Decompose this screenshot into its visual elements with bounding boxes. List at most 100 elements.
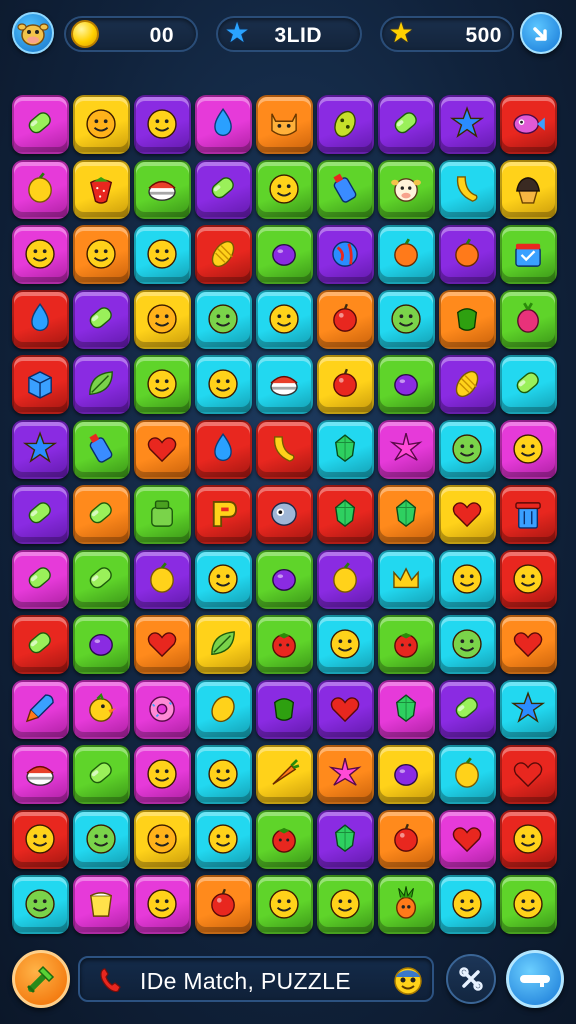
tile-smiley-r13c3[interactable] bbox=[134, 875, 191, 934]
tile-smiley-r13c5[interactable] bbox=[256, 875, 313, 934]
tile-grape-r9c2[interactable] bbox=[73, 615, 130, 674]
tile-smiley-r3c2[interactable] bbox=[73, 225, 130, 284]
tile-heart-r9c3[interactable] bbox=[134, 615, 191, 674]
tile-eye-r7c5[interactable] bbox=[256, 485, 313, 544]
tile-smiley-r4c3[interactable] bbox=[134, 290, 191, 349]
tile-radish-r4c9[interactable] bbox=[500, 290, 557, 349]
tile-star-r1c8[interactable] bbox=[439, 95, 496, 154]
tile-smiley-r9c6[interactable] bbox=[317, 615, 374, 674]
tile-smiley-r8c9[interactable] bbox=[500, 550, 557, 609]
tile-trashcan-r7c9[interactable] bbox=[500, 485, 557, 544]
tile-corn-r3c4[interactable] bbox=[195, 225, 252, 284]
tile-candy-r2c4[interactable] bbox=[195, 160, 252, 219]
tile-smiley-r4c5[interactable] bbox=[256, 290, 313, 349]
tile-smiley-r13c1[interactable] bbox=[12, 875, 69, 934]
tile-crown-r8c7[interactable] bbox=[378, 550, 435, 609]
tile-candy-r7c2[interactable] bbox=[73, 485, 130, 544]
tile-smiley-r12c4[interactable] bbox=[195, 810, 252, 869]
tile-smiley-r3c1[interactable] bbox=[12, 225, 69, 284]
tile-banana-r6c5[interactable] bbox=[256, 420, 313, 479]
tile-heart-r11c9[interactable] bbox=[500, 745, 557, 804]
tile-globe-r3c6[interactable] bbox=[317, 225, 374, 284]
tile-smiley-r8c4[interactable] bbox=[195, 550, 252, 609]
tile-bottle-r2c6[interactable] bbox=[317, 160, 374, 219]
tile-smiley-r11c4[interactable] bbox=[195, 745, 252, 804]
tile-box-r5c1[interactable] bbox=[12, 355, 69, 414]
tile-sushi-r2c3[interactable] bbox=[134, 160, 191, 219]
tile-carrot-r11c5[interactable] bbox=[256, 745, 313, 804]
tile-bean-r1c6[interactable] bbox=[317, 95, 374, 154]
tile-grape-r8c5[interactable] bbox=[256, 550, 313, 609]
cow-face-icon[interactable] bbox=[12, 12, 54, 54]
tile-smiley-r13c9[interactable] bbox=[500, 875, 557, 934]
tile-apple-r13c4[interactable] bbox=[195, 875, 252, 934]
tile-banana-r2c8[interactable] bbox=[439, 160, 496, 219]
tools-button[interactable] bbox=[446, 954, 496, 1004]
tile-cup-r13c2[interactable] bbox=[73, 875, 130, 934]
tile-lemon-r8c3[interactable] bbox=[134, 550, 191, 609]
tile-smiley-r12c3[interactable] bbox=[134, 810, 191, 869]
tile-smiley-r13c8[interactable] bbox=[439, 875, 496, 934]
tile-candy-r4c2[interactable] bbox=[73, 290, 130, 349]
tile-heart-r10c6[interactable] bbox=[317, 680, 374, 739]
tile-smiley-r3c3[interactable] bbox=[134, 225, 191, 284]
tile-gem-r7c6[interactable] bbox=[317, 485, 374, 544]
tile-smiley-r11c3[interactable] bbox=[134, 745, 191, 804]
tile-smiley-r12c1[interactable] bbox=[12, 810, 69, 869]
tile-heart-r6c3[interactable] bbox=[134, 420, 191, 479]
tile-lemon-r11c8[interactable] bbox=[439, 745, 496, 804]
tile-tomato-r12c5[interactable] bbox=[256, 810, 313, 869]
tile-mango-r10c4[interactable] bbox=[195, 680, 252, 739]
tile-leaf-r5c2[interactable] bbox=[73, 355, 130, 414]
tile-tomato-r9c7[interactable] bbox=[378, 615, 435, 674]
tile-smiley-r5c4[interactable] bbox=[195, 355, 252, 414]
menu-button[interactable] bbox=[520, 12, 562, 54]
tile-candy-r8c1[interactable] bbox=[12, 550, 69, 609]
tile-rocket-r10c1[interactable] bbox=[12, 680, 69, 739]
tile-candy-r5c9[interactable] bbox=[500, 355, 557, 414]
tile-smiley-r8c8[interactable] bbox=[439, 550, 496, 609]
tile-star-r6c1[interactable] bbox=[12, 420, 69, 479]
tile-smiley-r6c8[interactable] bbox=[439, 420, 496, 479]
tile-pepper-r4c8[interactable] bbox=[439, 290, 496, 349]
tile-drop-r6c4[interactable] bbox=[195, 420, 252, 479]
tile-smiley-r4c4[interactable] bbox=[195, 290, 252, 349]
tile-drop-r1c4[interactable] bbox=[195, 95, 252, 154]
tile-heart-r7c8[interactable] bbox=[439, 485, 496, 544]
tile-candy-r8c2[interactable] bbox=[73, 550, 130, 609]
tile-smiley-r6c9[interactable] bbox=[500, 420, 557, 479]
tile-sushi-r11c1[interactable] bbox=[12, 745, 69, 804]
tile-candy-r7c1[interactable] bbox=[12, 485, 69, 544]
tile-candy-r9c1[interactable] bbox=[12, 615, 69, 674]
tile-smiley-r9c8[interactable] bbox=[439, 615, 496, 674]
tile-candy-r1c7[interactable] bbox=[378, 95, 435, 154]
tile-flower-r6c7[interactable] bbox=[378, 420, 435, 479]
tile-smiley-r1c2[interactable] bbox=[73, 95, 130, 154]
tile-candy-r11c2[interactable] bbox=[73, 745, 130, 804]
tile-sushi-r5c5[interactable] bbox=[256, 355, 313, 414]
tile-grape-r3c5[interactable] bbox=[256, 225, 313, 284]
tile-candy-r1c1[interactable] bbox=[12, 95, 69, 154]
tile-lemon-r8c6[interactable] bbox=[317, 550, 374, 609]
tile-tomato-r9c5[interactable] bbox=[256, 615, 313, 674]
tile-apple-r5c6[interactable] bbox=[317, 355, 374, 414]
tile-pineapple-r13c7[interactable] bbox=[378, 875, 435, 934]
tile-smiley-r5c3[interactable] bbox=[134, 355, 191, 414]
tile-duck-r10c2[interactable] bbox=[73, 680, 130, 739]
tile-smiley-r13c6[interactable] bbox=[317, 875, 374, 934]
tile-apple-r12c7[interactable] bbox=[378, 810, 435, 869]
tile-orange-r3c8[interactable] bbox=[439, 225, 496, 284]
tile-gem-r7c7[interactable] bbox=[378, 485, 435, 544]
tile-drop-r4c1[interactable] bbox=[12, 290, 69, 349]
tile-p-letter-r7c4[interactable] bbox=[195, 485, 252, 544]
tile-heart-r12c8[interactable] bbox=[439, 810, 496, 869]
tile-smiley-r4c7[interactable] bbox=[378, 290, 435, 349]
tile-cat-r1c5[interactable] bbox=[256, 95, 313, 154]
tile-pepper-r10c5[interactable] bbox=[256, 680, 313, 739]
tile-lemon-r2c1[interactable] bbox=[12, 160, 69, 219]
tile-fish-r1c9[interactable] bbox=[500, 95, 557, 154]
tile-smiley-r12c2[interactable] bbox=[73, 810, 130, 869]
tile-cow-r2c7[interactable] bbox=[378, 160, 435, 219]
tile-orange-r3c7[interactable] bbox=[378, 225, 435, 284]
tile-smiley-r2c5[interactable] bbox=[256, 160, 313, 219]
